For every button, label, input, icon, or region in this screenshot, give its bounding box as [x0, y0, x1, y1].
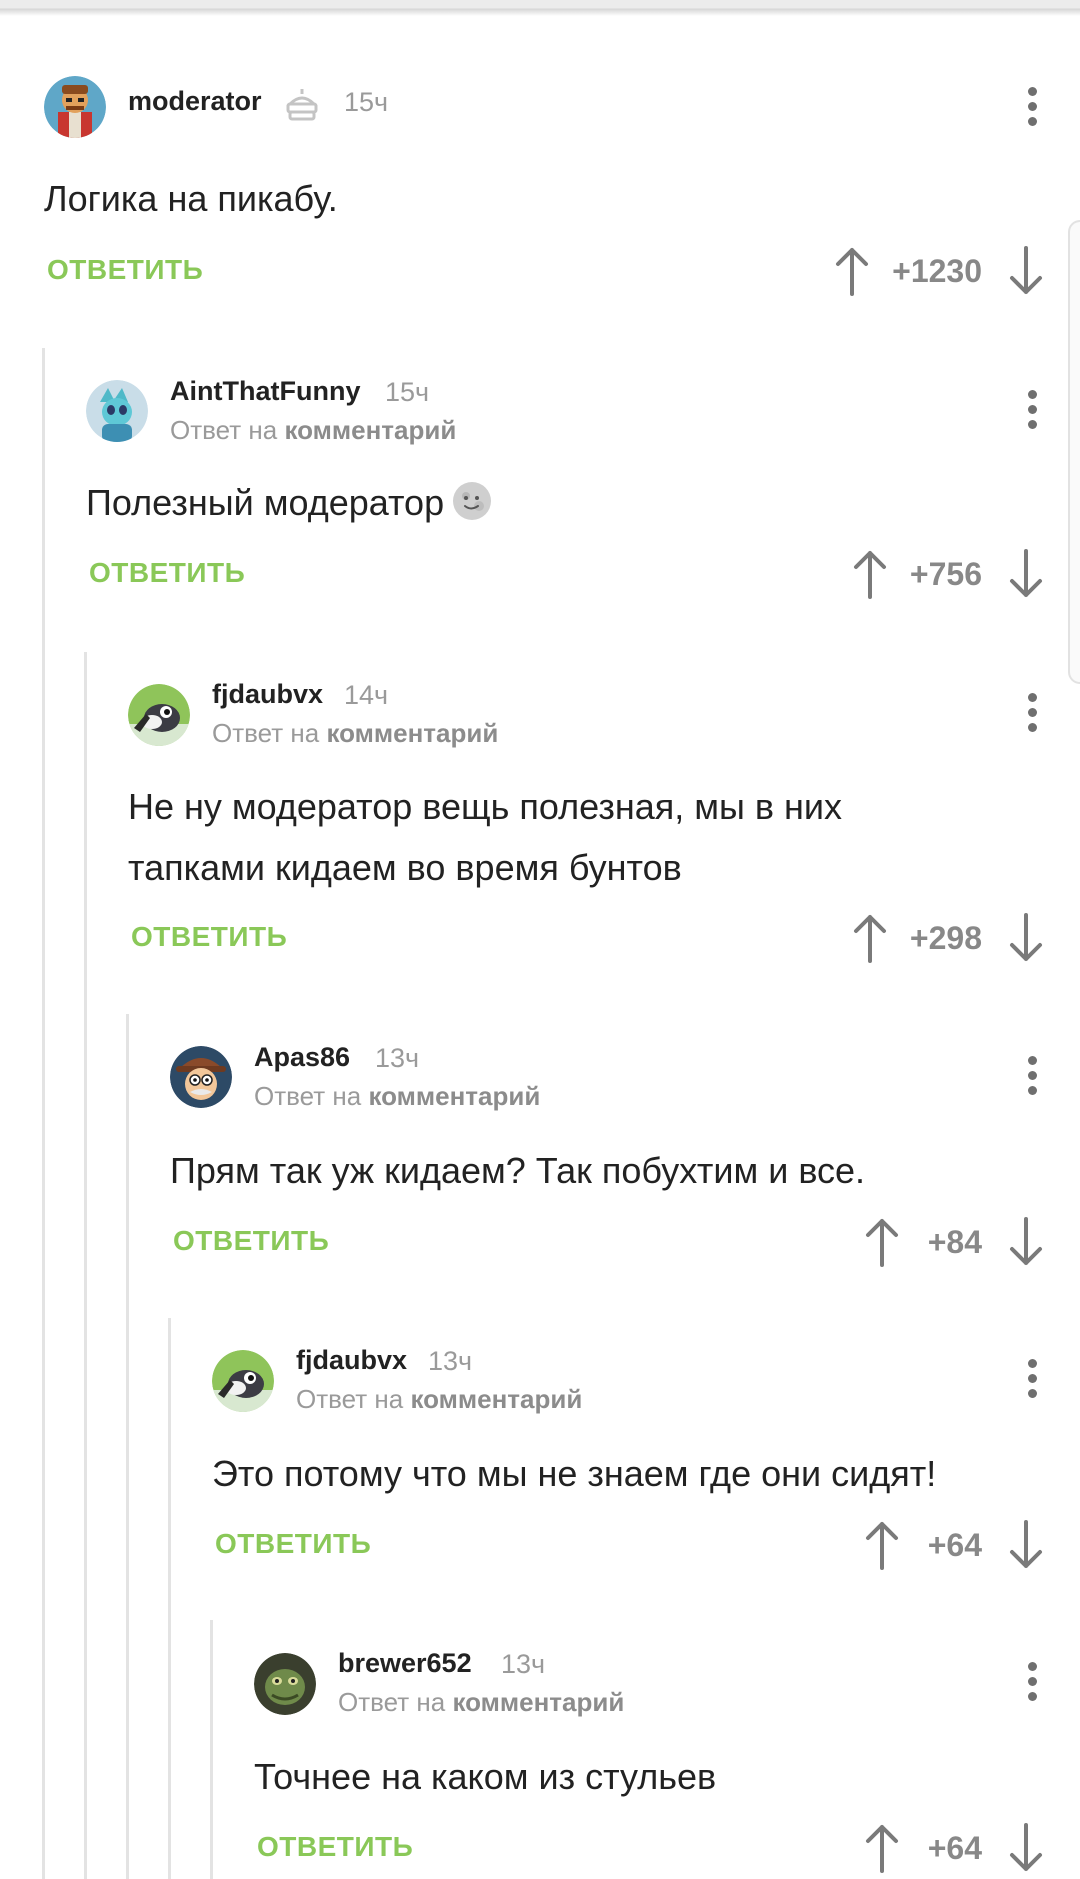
vote-controls: +84	[860, 1215, 1048, 1269]
username[interactable]: fjdaubvx	[296, 1345, 407, 1376]
username[interactable]: brewer652	[338, 1648, 472, 1679]
top-divider	[0, 0, 1080, 18]
reply-button[interactable]: ОТВЕТИТЬ	[131, 921, 287, 953]
comment-text: Не ну модератор вещь полезная, мы в них …	[128, 786, 843, 888]
reply-to-link[interactable]: комментарий	[368, 1081, 540, 1111]
timestamp: 14ч	[344, 680, 389, 710]
more-vertical-icon[interactable]	[1026, 1359, 1038, 1401]
thread-line	[126, 1014, 129, 1879]
arrow-down-icon[interactable]	[1004, 1518, 1048, 1572]
vote-controls: +298	[848, 911, 1048, 965]
reply-button[interactable]: ОТВЕТИТЬ	[173, 1225, 329, 1257]
username[interactable]: Apas86	[254, 1042, 350, 1073]
comment-text: Точнее на каком из стульев	[254, 1756, 717, 1797]
vote-controls: +1230	[830, 244, 1048, 298]
timestamp: 15ч	[344, 87, 389, 117]
comment-text: Прям так уж кидаем? Так побухтим и все.	[170, 1150, 866, 1191]
avatar[interactable]	[254, 1653, 316, 1715]
scrollbar[interactable]	[1068, 220, 1080, 684]
reply-to-prefix: Ответ на	[296, 1384, 404, 1414]
timestamp: 13ч	[375, 1043, 420, 1073]
reply-to-label: Ответ на комментарий	[170, 415, 456, 446]
username[interactable]: moderator	[128, 86, 262, 117]
reply-to-label: Ответ на комментарий	[338, 1687, 624, 1718]
arrow-up-icon[interactable]	[848, 547, 892, 601]
reply-to-label: Ответ на комментарий	[212, 718, 498, 749]
reply-to-prefix: Ответ на	[338, 1687, 446, 1717]
arrow-up-icon[interactable]	[848, 911, 892, 965]
moon-face-emoji	[452, 478, 492, 520]
score: +756	[909, 555, 982, 592]
avatar[interactable]	[212, 1350, 274, 1412]
reply-button[interactable]: ОТВЕТИТЬ	[257, 1831, 413, 1863]
comment-text: Логика на пикабу.	[44, 178, 338, 219]
timestamp: 13ч	[501, 1649, 546, 1679]
comment-text-body: Полезный модератор	[86, 482, 445, 523]
reply-to-prefix: Ответ на	[254, 1081, 362, 1111]
avatar[interactable]	[86, 380, 148, 442]
arrow-down-icon[interactable]	[1004, 911, 1048, 965]
thread-line	[42, 348, 45, 1879]
comment-text: Полезный модератор	[86, 472, 492, 533]
more-vertical-icon[interactable]	[1026, 693, 1038, 735]
timestamp: 15ч	[385, 377, 430, 407]
more-vertical-icon[interactable]	[1026, 390, 1038, 432]
thread-line	[210, 1620, 213, 1879]
score: +84	[927, 1223, 982, 1260]
reply-to-link[interactable]: комментарий	[326, 718, 498, 748]
score: +298	[909, 919, 982, 956]
reply-button[interactable]: ОТВЕТИТЬ	[89, 557, 245, 589]
vote-controls: +64	[860, 1518, 1048, 1572]
reply-to-link[interactable]: комментарий	[284, 415, 456, 445]
reply-to-label: Ответ на комментарий	[254, 1081, 540, 1112]
avatar[interactable]	[44, 76, 106, 138]
avatar[interactable]	[128, 684, 190, 746]
arrow-down-icon[interactable]	[1004, 547, 1048, 601]
reply-to-prefix: Ответ на	[170, 415, 278, 445]
reply-to-prefix: Ответ на	[212, 718, 320, 748]
reply-to-label: Ответ на комментарий	[296, 1384, 582, 1415]
vote-controls: +64	[860, 1821, 1048, 1875]
thread-line	[168, 1318, 171, 1879]
more-vertical-icon[interactable]	[1026, 87, 1038, 129]
username[interactable]: AintThatFunny	[170, 376, 360, 407]
thread-line	[84, 652, 87, 1879]
comment-text: Это потому что мы не знаем где они сидят…	[212, 1453, 937, 1494]
more-vertical-icon[interactable]	[1026, 1662, 1038, 1704]
arrow-down-icon[interactable]	[1004, 244, 1048, 298]
arrow-up-icon[interactable]	[860, 1518, 904, 1572]
username[interactable]: fjdaubvx	[212, 679, 323, 710]
score: +64	[927, 1526, 982, 1563]
arrow-up-icon[interactable]	[860, 1215, 904, 1269]
arrow-up-icon[interactable]	[830, 244, 874, 298]
vote-controls: +756	[848, 547, 1048, 601]
reply-to-link[interactable]: комментарий	[452, 1687, 624, 1717]
cake-badge-icon	[282, 86, 322, 122]
more-vertical-icon[interactable]	[1026, 1056, 1038, 1098]
score: +64	[927, 1829, 982, 1866]
reply-to-link[interactable]: комментарий	[410, 1384, 582, 1414]
arrow-down-icon[interactable]	[1004, 1215, 1048, 1269]
arrow-up-icon[interactable]	[860, 1821, 904, 1875]
avatar[interactable]	[170, 1046, 232, 1108]
score: +1230	[892, 252, 982, 289]
reply-button[interactable]: ОТВЕТИТЬ	[47, 254, 203, 286]
reply-button[interactable]: ОТВЕТИТЬ	[215, 1528, 371, 1560]
arrow-down-icon[interactable]	[1004, 1821, 1048, 1875]
timestamp: 13ч	[428, 1346, 473, 1376]
